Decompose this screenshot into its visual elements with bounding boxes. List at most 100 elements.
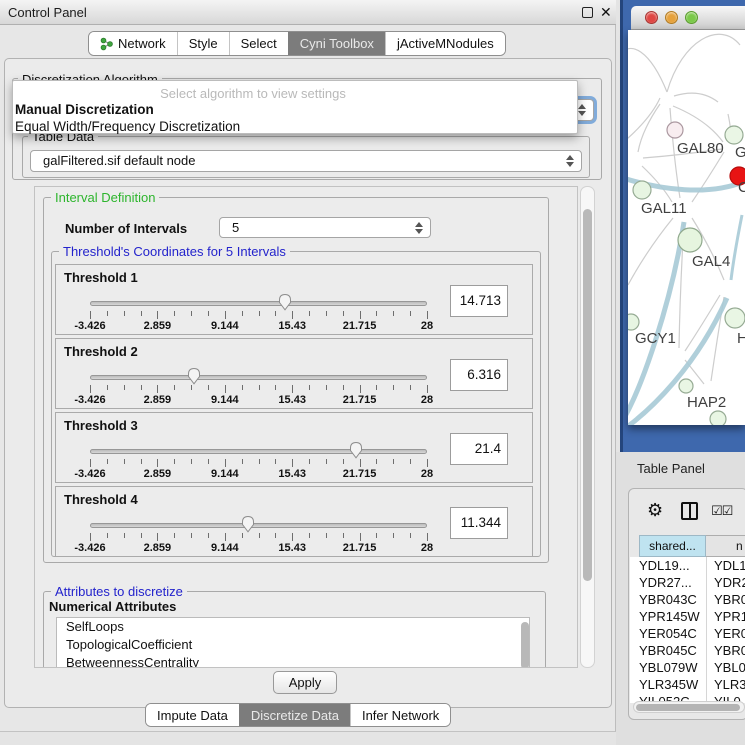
tick-label: 2.859 [144, 542, 172, 554]
network-edge [667, 34, 740, 92]
popup-option-1[interactable]: Manual Discretization [13, 102, 577, 118]
network-node[interactable] [628, 314, 639, 330]
tab-select[interactable]: Select [229, 32, 288, 55]
top-tab-bar: NetworkStyle Select Cyni Toolbox jActiveMNo… [88, 31, 506, 56]
table-row[interactable]: YBR045C YBR0 [630, 642, 745, 659]
network-node[interactable] [710, 411, 726, 425]
table-row[interactable]: YBL079W YBL0 [630, 659, 745, 676]
tick-label: 15.43 [278, 394, 306, 406]
slider-track[interactable] [90, 301, 427, 306]
network-canvas[interactable]: GAL80GACGAL11GAL4GCY1HHAP2 [628, 30, 745, 425]
table-row[interactable]: YPR145W YPR1 [630, 608, 745, 625]
number-of-intervals-combobox[interactable]: 5 [219, 217, 431, 238]
tick-label: -3.426 [74, 468, 105, 480]
cell-shared-name[interactable]: YBR043C [639, 591, 697, 608]
network-node[interactable] [725, 308, 745, 328]
slider-handle[interactable] [277, 293, 292, 311]
horizontal-scrollbar-thumb[interactable] [636, 704, 740, 711]
network-node[interactable] [667, 122, 683, 138]
table-row[interactable]: YLR345W YLR3 [630, 676, 745, 693]
group-title-thresholds: Threshold's Coordinates for 5 Intervals [59, 244, 290, 259]
threshold-slider[interactable]: -3.4262.8599.14415.4321.71528 [90, 265, 427, 336]
cell-name[interactable]: YLR3 [714, 676, 745, 693]
cell-shared-name[interactable]: YPR145W [639, 608, 700, 625]
attribute-item[interactable]: BetweennessCentrality [57, 654, 529, 668]
tab-style[interactable]: Style [177, 32, 229, 55]
cell-shared-name[interactable]: YBR045C [639, 642, 697, 659]
table-row[interactable]: YER054C YER0 [630, 625, 745, 642]
float-window-icon[interactable] [582, 7, 593, 18]
cell-name[interactable]: YBL0 [714, 659, 745, 676]
slider-handle[interactable] [187, 367, 202, 385]
slider-track[interactable] [90, 449, 427, 454]
tab-discretize-data[interactable]: Discretize Data [239, 704, 350, 726]
horizontal-scrollbar[interactable] [633, 701, 745, 713]
algorithm-dropdown-popup: Select algorithm to view settings Manual… [12, 80, 578, 134]
cell-name[interactable]: YBR0 [714, 591, 745, 608]
attribute-item[interactable]: TopologicalCoefficient [57, 636, 529, 654]
tick-label: 21.715 [343, 320, 377, 332]
tab-cyni-toolbox[interactable]: Cyni Toolbox [288, 32, 385, 55]
cell-name[interactable]: YDR2 [714, 574, 745, 591]
table-data-combobox[interactable]: galFiltered.sif default node [30, 150, 582, 172]
network-window-titlebar[interactable] [631, 6, 745, 30]
cell-name[interactable]: YER0 [714, 625, 745, 642]
attribute-item[interactable]: SelfLoops [57, 618, 529, 636]
slider-handle[interactable] [349, 441, 364, 459]
minimize-traffic-light-icon[interactable] [665, 11, 678, 24]
network-node[interactable] [725, 126, 743, 144]
control-panel-titlebar: Control Panel ✕ [0, 0, 616, 25]
zoom-traffic-light-icon[interactable] [685, 11, 698, 24]
group-title-attributes: Attributes to discretize [51, 584, 187, 599]
slider-handle[interactable] [241, 515, 256, 533]
slider-tick-labels: -3.4262.8599.14415.4321.71528 [90, 542, 427, 554]
close-icon[interactable]: ✕ [600, 4, 612, 21]
tick-label: 2.859 [144, 468, 172, 480]
tab-network[interactable]: Network [89, 32, 177, 55]
network-node[interactable] [679, 379, 693, 393]
number-of-intervals-value: 5 [232, 218, 239, 238]
tab-label: jActiveMNodules [397, 36, 494, 51]
column-header-shared-name[interactable]: shared... [639, 535, 706, 557]
cell-name[interactable]: YPR1 [714, 608, 745, 625]
threshold-value-field[interactable]: 11.344 [450, 507, 508, 539]
threshold-value-field[interactable]: 6.316 [450, 359, 508, 391]
table-row[interactable]: YDL19... YDL1 [630, 557, 745, 574]
cell-shared-name[interactable]: YBL079W [639, 659, 698, 676]
threshold-slider[interactable]: -3.4262.8599.14415.4321.71528 [90, 339, 427, 410]
tick-label: -3.426 [74, 320, 105, 332]
cell-shared-name[interactable]: YLR345W [639, 676, 698, 693]
numerical-attributes-list[interactable]: SelfLoopsTopologicalCoefficientBetweenne… [56, 617, 530, 668]
table-row[interactable]: YDR27... YDR2 [630, 574, 745, 591]
tab-jactivemnodules[interactable]: jActiveMNodules [385, 32, 505, 55]
threshold-value-field[interactable]: 14.713 [450, 285, 508, 317]
cell-name[interactable]: YBR0 [714, 642, 745, 659]
threshold-slider[interactable]: -3.4262.8599.14415.4321.71528 [90, 413, 427, 484]
tab-label: Select [241, 36, 277, 51]
close-traffic-light-icon[interactable] [645, 11, 658, 24]
apply-button[interactable]: Apply [273, 671, 337, 694]
vertical-scrollbar[interactable] [580, 186, 595, 668]
threshold-value-field[interactable]: 21.4 [450, 433, 508, 465]
table-row[interactable]: YBR043C YBR0 [630, 591, 745, 608]
cell-shared-name[interactable]: YDR27... [639, 574, 692, 591]
list-scrollbar[interactable] [521, 622, 529, 668]
cell-name[interactable]: YDL1 [714, 557, 745, 574]
tab-impute-data[interactable]: Impute Data [146, 704, 239, 726]
slider-track[interactable] [90, 375, 427, 380]
tab-infer-network[interactable]: Infer Network [350, 704, 450, 726]
column-header-name[interactable]: n [706, 535, 745, 557]
columns-icon[interactable] [681, 502, 698, 520]
cell-shared-name[interactable]: YER054C [639, 625, 697, 642]
threshold-slider[interactable]: -3.4262.8599.14415.4321.71528 [90, 487, 427, 558]
vertical-scrollbar-thumb[interactable] [583, 209, 592, 581]
popup-hint: Select algorithm to view settings [13, 86, 493, 101]
popup-option-2[interactable]: Equal Width/Frequency Discretization [13, 119, 577, 135]
gear-icon[interactable]: ⚙ [647, 500, 663, 520]
tab-label: Cyni Toolbox [300, 36, 374, 51]
checkboxes-icon[interactable]: ☑☑ [711, 503, 732, 519]
network-node[interactable] [633, 181, 651, 199]
network-node[interactable] [678, 228, 702, 252]
slider-track[interactable] [90, 523, 427, 528]
cell-shared-name[interactable]: YDL19... [639, 557, 690, 574]
